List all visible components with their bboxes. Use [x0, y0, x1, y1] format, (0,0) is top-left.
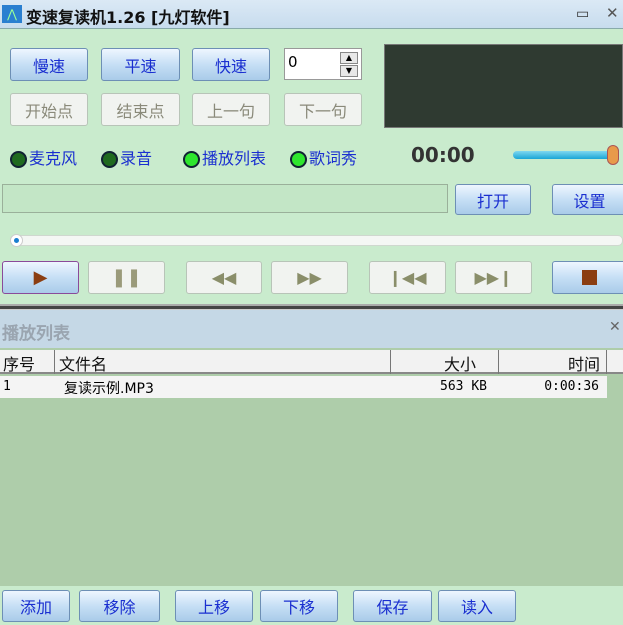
save-button[interactable]: 保存 — [353, 590, 432, 622]
record-toggle[interactable]: 录音 — [101, 145, 152, 169]
spin-up-icon[interactable]: ▲ — [340, 52, 358, 64]
playlist-label: 播放列表 — [202, 149, 267, 168]
row-index: 1 — [3, 379, 11, 394]
fast-speed-button[interactable]: 快速 — [192, 48, 270, 81]
pause-button[interactable]: ❚❚ — [88, 261, 165, 294]
led-off-icon — [101, 151, 118, 168]
pause-icon: ❚❚ — [111, 267, 142, 288]
column-index[interactable]: 序号 — [0, 350, 55, 374]
seek-thumb[interactable] — [10, 234, 23, 247]
rewind-icon: ◀◀ — [211, 268, 237, 287]
lyrics-label: 歌词秀 — [309, 149, 358, 168]
move-up-button[interactable]: 上移 — [175, 590, 253, 622]
open-button[interactable]: 打开 — [455, 184, 531, 215]
rewind-button[interactable]: ◀◀ — [186, 261, 262, 294]
column-filename[interactable]: 文件名 — [55, 350, 391, 374]
end-point-button[interactable]: 结束点 — [101, 93, 180, 126]
row-filename: 复读示例.MP3 — [64, 381, 154, 397]
spin-down-icon[interactable]: ▼ — [340, 65, 358, 77]
time-display: 00:00 — [411, 143, 475, 167]
window-title: 变速复读机1.26 [九灯软件] — [26, 8, 230, 27]
playlist-close-button[interactable]: ✕ — [609, 319, 621, 335]
seek-bar[interactable] — [10, 235, 623, 246]
row-size: 563 KB — [440, 379, 487, 394]
close-button[interactable]: ✕ — [606, 4, 619, 22]
skip-forward-icon: ▶▶❙ — [474, 268, 513, 287]
previous-track-button[interactable]: ❙◀◀ — [369, 261, 446, 294]
lyrics-toggle[interactable]: 歌词秀 — [290, 145, 357, 169]
row-time: 0:00:36 — [544, 379, 599, 394]
fast-forward-button[interactable]: ▶▶ — [271, 261, 348, 294]
record-label: 录音 — [120, 149, 153, 168]
stop-icon — [582, 270, 597, 285]
column-size[interactable]: 大小 — [391, 350, 499, 374]
volume-slider[interactable] — [513, 151, 613, 159]
app-icon: ⋀ — [2, 5, 22, 23]
move-down-button[interactable]: 下移 — [260, 590, 338, 622]
minimize-button[interactable]: ▭ — [576, 6, 589, 22]
slow-speed-button[interactable]: 慢速 — [10, 48, 88, 81]
remove-button[interactable]: 移除 — [79, 590, 160, 622]
led-on-icon — [183, 151, 200, 168]
volume-thumb[interactable] — [607, 145, 619, 165]
play-icon: ▶ — [33, 267, 48, 288]
speed-value: 0 — [288, 53, 298, 71]
playlist-toggle[interactable]: 播放列表 — [183, 145, 266, 169]
skip-back-icon: ❙◀◀ — [388, 268, 427, 287]
led-on-icon — [290, 151, 307, 168]
stop-button[interactable] — [552, 261, 623, 294]
next-track-button[interactable]: ▶▶❙ — [455, 261, 532, 294]
playlist-title: 播放列表 — [2, 324, 70, 344]
table-row[interactable]: 1 复读示例.MP3 563 KB 0:00:36 — [0, 376, 607, 398]
normal-speed-button[interactable]: 平速 — [101, 48, 180, 81]
start-point-button[interactable]: 开始点 — [10, 93, 88, 126]
mic-toggle[interactable]: 麦克风 — [10, 145, 77, 169]
column-time[interactable]: 时间 — [499, 350, 607, 374]
next-sentence-button[interactable]: 下一句 — [284, 93, 362, 126]
add-button[interactable]: 添加 — [2, 590, 70, 622]
speed-spinner[interactable]: 0 ▲ ▼ — [284, 48, 362, 80]
prev-sentence-button[interactable]: 上一句 — [192, 93, 270, 126]
playlist-header: 播放列表 ✕ — [0, 310, 623, 348]
play-button[interactable]: ▶ — [2, 261, 79, 294]
settings-button[interactable]: 设置 — [552, 184, 623, 215]
led-off-icon — [10, 151, 27, 168]
title-bar: ⋀ 变速复读机1.26 [九灯软件] ▭ ✕ — [0, 0, 623, 29]
load-button[interactable]: 读入 — [438, 590, 516, 622]
lyrics-display — [384, 44, 623, 128]
file-path-field[interactable] — [2, 184, 448, 213]
mic-label: 麦克风 — [29, 149, 78, 168]
fast-forward-icon: ▶▶ — [297, 268, 322, 287]
